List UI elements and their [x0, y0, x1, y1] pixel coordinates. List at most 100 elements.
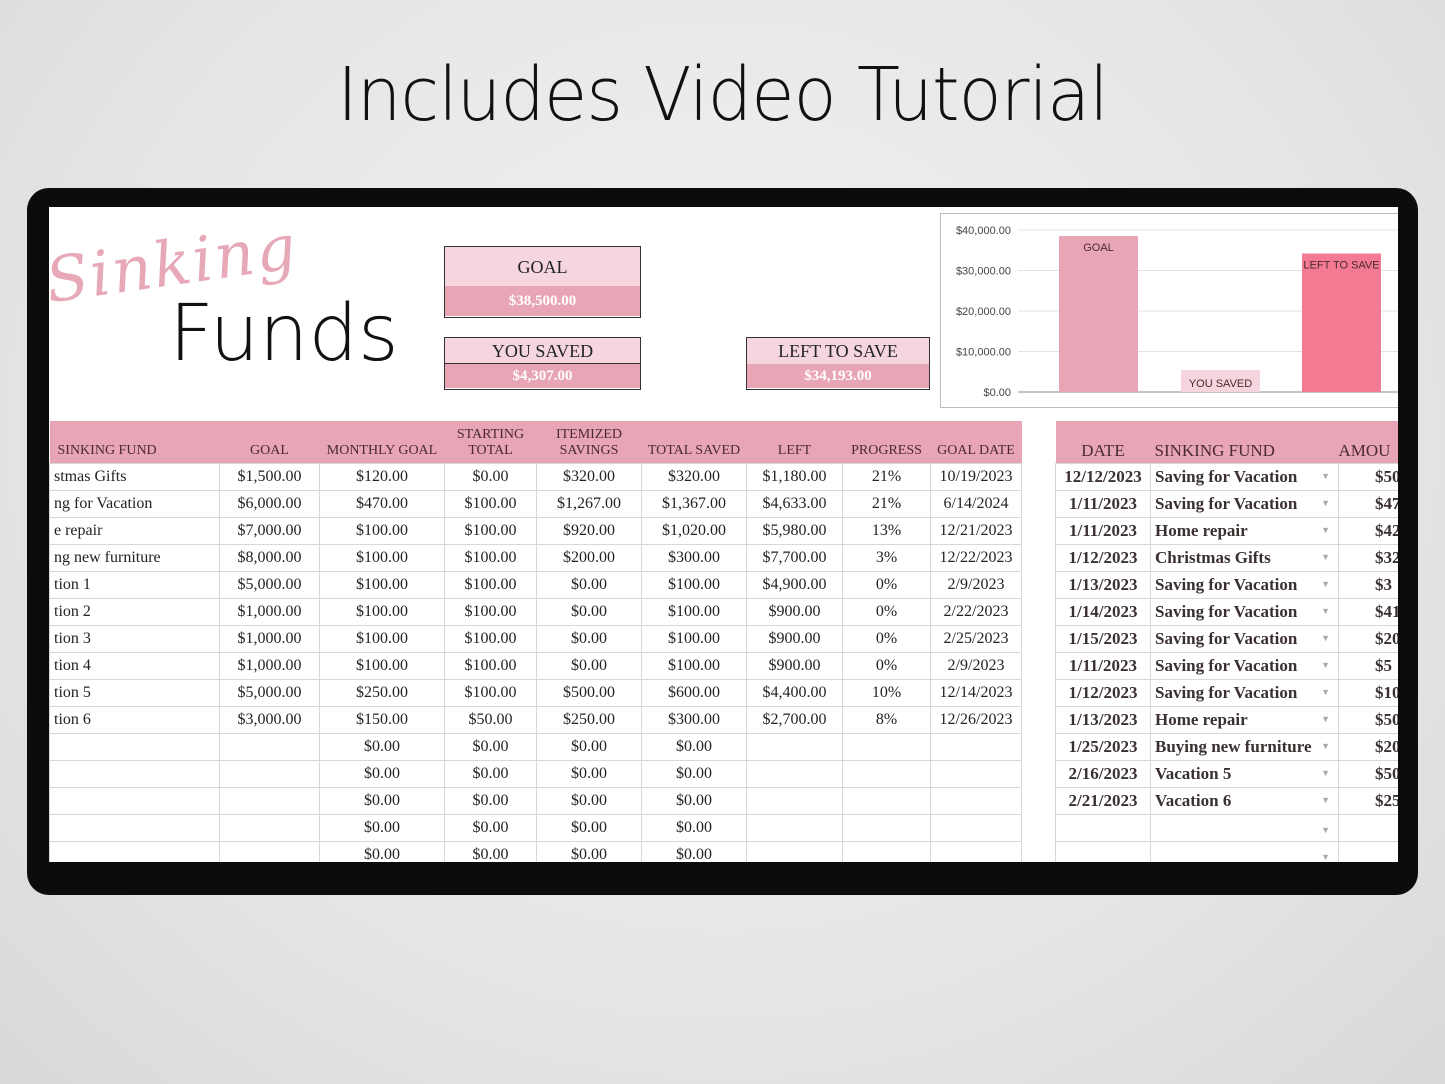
fund-dropdown[interactable]: ▼: [1150, 840, 1339, 862]
table-cell[interactable]: $4,900.00: [746, 570, 843, 599]
table-cell[interactable]: [746, 813, 843, 842]
table-cell[interactable]: $0.00: [536, 624, 642, 653]
table-cell[interactable]: $100.00: [444, 570, 537, 599]
table-cell[interactable]: $42: [1338, 516, 1398, 545]
table-cell[interactable]: [746, 786, 843, 815]
table-cell[interactable]: e repair: [49, 516, 220, 545]
table-cell[interactable]: 1/13/2023: [1055, 705, 1151, 734]
table-cell[interactable]: $1,000.00: [219, 597, 320, 626]
table-cell[interactable]: $0.00: [319, 813, 445, 842]
dropdown-arrow-icon[interactable]: ▼: [1321, 687, 1330, 697]
table-cell[interactable]: $320.00: [536, 462, 642, 491]
table-cell[interactable]: [842, 759, 931, 788]
table-cell[interactable]: $100.00: [319, 516, 445, 545]
table-cell[interactable]: $0.00: [641, 840, 747, 862]
table-cell[interactable]: $100.00: [444, 543, 537, 572]
table-cell[interactable]: 1/13/2023: [1055, 570, 1151, 599]
table-cell[interactable]: 0%: [842, 624, 931, 653]
table-cell[interactable]: $1,000.00: [219, 624, 320, 653]
table-cell[interactable]: $120.00: [319, 462, 445, 491]
table-cell[interactable]: $470.00: [319, 489, 445, 518]
table-cell[interactable]: 8%: [842, 705, 931, 734]
table-cell[interactable]: $1,000.00: [219, 651, 320, 680]
table-cell[interactable]: $5: [1338, 651, 1398, 680]
table-cell[interactable]: [219, 786, 320, 815]
table-cell[interactable]: $8,000.00: [219, 543, 320, 572]
table-cell[interactable]: $4,400.00: [746, 678, 843, 707]
table-cell[interactable]: $900.00: [746, 624, 843, 653]
dropdown-arrow-icon[interactable]: ▼: [1321, 852, 1330, 862]
table-cell[interactable]: $20: [1338, 624, 1398, 653]
table-cell[interactable]: tion 5: [49, 678, 220, 707]
table-cell[interactable]: 12/14/2023: [930, 678, 1022, 707]
table-cell[interactable]: $0.00: [641, 732, 747, 761]
table-cell[interactable]: $300.00: [641, 543, 747, 572]
table-cell[interactable]: $50: [1338, 759, 1398, 788]
table-cell[interactable]: $47: [1338, 489, 1398, 518]
table-cell[interactable]: $150.00: [319, 705, 445, 734]
table-cell[interactable]: $0.00: [536, 759, 642, 788]
table-cell[interactable]: $200.00: [536, 543, 642, 572]
table-cell[interactable]: $1,367.00: [641, 489, 747, 518]
table-cell[interactable]: 2/9/2023: [930, 570, 1022, 599]
fund-dropdown[interactable]: ▼ Christmas Gifts: [1150, 543, 1339, 572]
dropdown-arrow-icon[interactable]: ▼: [1321, 795, 1330, 805]
table-cell[interactable]: [842, 813, 931, 842]
fund-dropdown[interactable]: ▼ Saving for Vacation: [1150, 570, 1339, 599]
table-cell[interactable]: tion 3: [49, 624, 220, 653]
table-cell[interactable]: $100.00: [319, 624, 445, 653]
fund-dropdown[interactable]: ▼ Saving for Vacation: [1150, 597, 1339, 626]
table-cell[interactable]: $1,020.00: [641, 516, 747, 545]
table-cell[interactable]: $0.00: [536, 597, 642, 626]
table-cell[interactable]: $0.00: [444, 786, 537, 815]
dropdown-arrow-icon[interactable]: ▼: [1321, 552, 1330, 562]
table-cell[interactable]: tion 2: [49, 597, 220, 626]
table-cell[interactable]: 2/9/2023: [930, 651, 1022, 680]
table-cell[interactable]: $1,180.00: [746, 462, 843, 491]
table-cell[interactable]: $3,000.00: [219, 705, 320, 734]
table-cell[interactable]: [1338, 813, 1398, 842]
table-cell[interactable]: 2/21/2023: [1055, 786, 1151, 815]
table-cell[interactable]: $10: [1338, 678, 1398, 707]
table-cell[interactable]: $0.00: [444, 462, 537, 491]
table-cell[interactable]: $0.00: [444, 840, 537, 862]
table-cell[interactable]: 10%: [842, 678, 931, 707]
fund-dropdown[interactable]: ▼ Home repair: [1150, 516, 1339, 545]
table-cell[interactable]: [746, 840, 843, 862]
table-cell[interactable]: [930, 759, 1022, 788]
table-cell[interactable]: 1/11/2023: [1055, 651, 1151, 680]
table-cell[interactable]: $0.00: [444, 759, 537, 788]
table-cell[interactable]: $0.00: [536, 786, 642, 815]
fund-dropdown[interactable]: ▼: [1150, 813, 1339, 842]
table-cell[interactable]: 2/25/2023: [930, 624, 1022, 653]
table-cell[interactable]: $0.00: [536, 840, 642, 862]
table-cell[interactable]: $50.00: [444, 705, 537, 734]
table-cell[interactable]: [49, 732, 220, 761]
table-cell[interactable]: $41: [1338, 597, 1398, 626]
dropdown-arrow-icon[interactable]: ▼: [1321, 768, 1330, 778]
dropdown-arrow-icon[interactable]: ▼: [1321, 471, 1330, 481]
table-cell[interactable]: $0.00: [319, 732, 445, 761]
table-cell[interactable]: 13%: [842, 516, 931, 545]
table-cell[interactable]: $5,000.00: [219, 678, 320, 707]
table-cell[interactable]: 12/12/2023: [1055, 462, 1151, 491]
table-cell[interactable]: $100.00: [319, 597, 445, 626]
table-cell[interactable]: $7,000.00: [219, 516, 320, 545]
table-cell[interactable]: [842, 786, 931, 815]
table-cell[interactable]: [49, 786, 220, 815]
fund-dropdown[interactable]: ▼ Saving for Vacation: [1150, 624, 1339, 653]
dropdown-arrow-icon[interactable]: ▼: [1321, 741, 1330, 751]
table-cell[interactable]: $4,633.00: [746, 489, 843, 518]
table-cell[interactable]: 0%: [842, 597, 931, 626]
table-cell[interactable]: $100.00: [319, 543, 445, 572]
table-cell[interactable]: [49, 759, 220, 788]
dropdown-arrow-icon[interactable]: ▼: [1321, 714, 1330, 724]
table-cell[interactable]: [930, 813, 1022, 842]
fund-dropdown[interactable]: ▼ Saving for Vacation: [1150, 489, 1339, 518]
dropdown-arrow-icon[interactable]: ▼: [1321, 660, 1330, 670]
table-cell[interactable]: [49, 813, 220, 842]
table-cell[interactable]: $0.00: [319, 759, 445, 788]
table-cell[interactable]: $32: [1338, 543, 1398, 572]
table-cell[interactable]: 2/22/2023: [930, 597, 1022, 626]
table-cell[interactable]: tion 4: [49, 651, 220, 680]
